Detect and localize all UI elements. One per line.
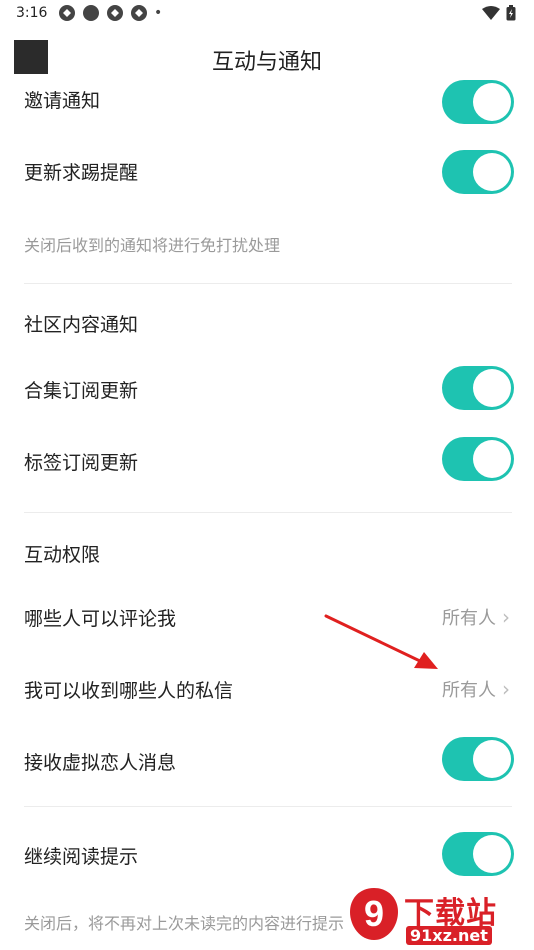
circle-notification-icon <box>83 5 99 21</box>
page-title: 互动与通知 <box>211 50 322 75</box>
toggle-knob <box>473 440 511 478</box>
app-notification-icon <box>107 5 123 21</box>
toggle-knob <box>473 153 511 191</box>
watermark-badge-text: 9 <box>364 893 384 934</box>
settings-row-virtual-lover: 接收虚拟恋人消息 <box>24 737 514 782</box>
toggle-knob <box>473 740 511 778</box>
row-label: 哪些人可以评论我 <box>24 608 177 630</box>
watermark-logo: 9 下载站 91xz.net <box>348 886 528 946</box>
section-title-community: 社区内容通知 <box>24 314 139 336</box>
continue-reading-toggle[interactable] <box>442 832 514 876</box>
status-time: 3:16 <box>16 5 48 21</box>
settings-row-invite: 邀请通知 <box>24 80 514 126</box>
arrow-head <box>414 652 438 669</box>
continue-hint: 关闭后，将不再对上次未读完的内容进行提示 <box>24 914 345 933</box>
value-text: 所有人 <box>442 680 496 701</box>
watermark-subtitle: 91xz.net <box>406 926 492 945</box>
invite-toggle[interactable] <box>442 80 514 124</box>
divider <box>24 283 512 284</box>
system-icons <box>482 5 516 21</box>
divider <box>24 806 512 807</box>
settings-row-collection-sub: 合集订阅更新 <box>24 366 514 410</box>
wifi-icon <box>482 6 500 20</box>
toggle-knob <box>473 369 511 407</box>
settings-row-who-message[interactable]: 我可以收到哪些人的私信 所有人 › <box>24 670 514 710</box>
divider <box>24 512 512 513</box>
collection-sub-toggle[interactable] <box>442 366 514 410</box>
dnd-hint: 关闭后收到的通知将进行免打扰处理 <box>24 236 281 255</box>
app-notification-icon <box>59 5 75 21</box>
toggle-knob <box>473 83 511 121</box>
battery-icon <box>506 5 516 21</box>
row-label: 我可以收到哪些人的私信 <box>24 680 234 702</box>
row-label: 接收虚拟恋人消息 <box>24 752 177 774</box>
section-title-interaction: 互动权限 <box>24 544 101 566</box>
header: 互动与通知 <box>0 36 534 84</box>
watermark-badge-icon: 9 <box>350 888 398 940</box>
row-label: 邀请通知 <box>24 90 101 112</box>
row-label: 标签订阅更新 <box>24 452 139 474</box>
tag-sub-toggle[interactable] <box>442 437 514 481</box>
settings-row-continue-reading: 继续阅读提示 <box>24 832 514 876</box>
who-message-value[interactable]: 所有人 › <box>442 676 510 702</box>
app-notification-icon <box>131 5 147 21</box>
status-bar: 3:16 • <box>0 0 534 28</box>
settings-row-update-request: 更新求踢提醒 <box>24 150 514 194</box>
notification-icons: • <box>58 4 162 22</box>
row-label: 继续阅读提示 <box>24 846 139 868</box>
value-text: 所有人 <box>442 608 496 629</box>
who-comment-value[interactable]: 所有人 › <box>442 604 510 630</box>
chevron-right-icon: › <box>502 605 510 629</box>
update-request-toggle[interactable] <box>442 150 514 194</box>
toggle-knob <box>473 835 511 873</box>
virtual-lover-toggle[interactable] <box>442 737 514 781</box>
chevron-right-icon: › <box>502 677 510 701</box>
settings-row-tag-sub: 标签订阅更新 <box>24 437 514 482</box>
row-label: 合集订阅更新 <box>24 380 139 402</box>
row-label: 更新求踢提醒 <box>24 162 139 184</box>
more-notifications-dot: • <box>154 5 163 21</box>
settings-row-who-comment[interactable]: 哪些人可以评论我 所有人 › <box>24 598 514 638</box>
